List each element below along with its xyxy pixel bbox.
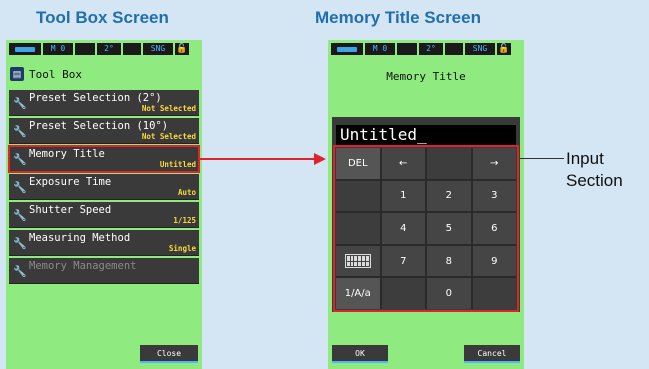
lock-icon: 🔓 — [175, 43, 189, 55]
blank-key — [427, 148, 471, 179]
menu-item-measuring-method[interactable]: 🔧 Measuring Method Single — [9, 230, 199, 256]
title-input[interactable]: Untitled_ — [336, 125, 516, 145]
tool-box-header: ▤ Tool Box — [10, 64, 198, 84]
arrow-right-icon — [314, 153, 326, 165]
mode-switch-key[interactable]: 1/A/a — [336, 278, 380, 309]
memory-title-screen-caption: Memory Title Screen — [315, 8, 481, 27]
cursor-left-key[interactable]: ← — [381, 148, 425, 179]
blank-key — [381, 278, 425, 309]
key-7[interactable]: 7 — [381, 245, 425, 277]
wrench-icon: 🔧 — [13, 154, 27, 166]
menu-item-value: Single — [168, 244, 196, 253]
transition-arrow-line — [200, 158, 316, 160]
key-9[interactable]: 9 — [472, 245, 516, 277]
mode-indicator: SNG — [465, 43, 495, 55]
key-1[interactable]: 1 — [381, 180, 425, 212]
wrench-icon: 🔧 — [13, 182, 27, 194]
input-section-keypad: DEL ← → 1 2 3 4 5 6 7 8 9 1/A/a 0 — [333, 145, 519, 312]
blank-key — [336, 213, 380, 244]
status-bar: M 0 2° SNG 🔓 — [331, 43, 521, 55]
cancel-button[interactable]: Cancel — [464, 345, 520, 363]
page-title: Tool Box — [29, 67, 82, 81]
menu-item-value: 1/125 — [173, 216, 196, 225]
input-section-callout: Input Section — [566, 148, 623, 192]
keyboard-icon[interactable] — [336, 245, 380, 277]
menu-item-memory-management: 🔧 Memory Management — [9, 258, 199, 284]
menu-item-label: Preset Selection (2°) — [29, 92, 162, 104]
tool-box-screen-caption: Tool Box Screen — [36, 8, 169, 27]
angle-indicator: 2° — [97, 43, 121, 55]
wrench-icon: 🔧 — [13, 238, 27, 250]
menu-item-value: Not Selected — [141, 132, 196, 141]
close-button[interactable]: Close — [140, 345, 198, 363]
key-6[interactable]: 6 — [472, 213, 516, 244]
cursor-right-key[interactable]: → — [472, 148, 516, 179]
menu-item-label: Exposure Time — [29, 176, 112, 188]
menu-item-value: Untitled — [159, 160, 196, 169]
key-5[interactable]: 5 — [427, 213, 471, 244]
menu-item-label: Memory Management — [29, 260, 137, 272]
memory-indicator: M 0 — [365, 43, 395, 55]
menu-item-label: Preset Selection (10°) — [29, 120, 169, 132]
blank-key — [472, 278, 516, 309]
key-3[interactable]: 3 — [472, 180, 516, 212]
menu-item-value: Not Selected — [141, 104, 196, 113]
lock-icon: 🔓 — [497, 43, 511, 55]
angle-indicator: 2° — [419, 43, 443, 55]
callout-line-2: Section — [566, 171, 623, 190]
menu-item-shutter-speed[interactable]: 🔧 Shutter Speed 1/125 — [9, 202, 199, 228]
callout-line-1: Input — [566, 149, 604, 168]
toolbox-icon: ▤ — [10, 67, 24, 81]
menu-item-exposure-time[interactable]: 🔧 Exposure Time Auto — [9, 174, 199, 200]
key-2[interactable]: 2 — [427, 180, 471, 212]
wrench-icon: 🔧 — [13, 266, 27, 278]
key-0[interactable]: 0 — [427, 278, 471, 309]
callout-line — [519, 158, 564, 159]
delete-key[interactable]: DEL — [336, 148, 380, 179]
tool-box-screen: M 0 2° SNG 🔓 ▤ Tool Box 🔧 Preset Selecti… — [6, 40, 202, 369]
wrench-icon: 🔧 — [13, 98, 27, 110]
menu-item-memory-title[interactable]: 🔧 Memory Title Untitled — [8, 145, 200, 173]
input-panel: Untitled_ DEL ← → 1 2 3 4 5 6 7 8 9 1/A/… — [332, 117, 520, 312]
key-8[interactable]: 8 — [427, 245, 471, 277]
wrench-icon: 🔧 — [13, 126, 27, 138]
memory-title-screen: M 0 2° SNG 🔓 Memory Title Untitled_ DEL … — [328, 40, 524, 369]
battery-icon — [331, 43, 363, 55]
blank-key — [336, 180, 380, 212]
mode-indicator: SNG — [143, 43, 173, 55]
tool-box-menu: 🔧 Preset Selection (2°) Not Selected 🔧 P… — [8, 90, 200, 286]
menu-item-preset-10[interactable]: 🔧 Preset Selection (10°) Not Selected — [9, 118, 199, 144]
ok-button[interactable]: OK — [332, 345, 388, 363]
menu-item-preset-2[interactable]: 🔧 Preset Selection (2°) Not Selected — [9, 90, 199, 116]
menu-item-label: Memory Title — [29, 148, 105, 160]
page-title: Memory Title — [386, 70, 466, 83]
wrench-icon: 🔧 — [13, 210, 27, 222]
memory-indicator: M 0 — [43, 43, 73, 55]
status-bar: M 0 2° SNG 🔓 — [9, 43, 199, 55]
key-4[interactable]: 4 — [381, 213, 425, 244]
menu-item-label: Measuring Method — [29, 232, 131, 244]
battery-icon — [9, 43, 41, 55]
menu-item-value: Auto — [177, 188, 196, 197]
menu-item-label: Shutter Speed — [29, 204, 112, 216]
